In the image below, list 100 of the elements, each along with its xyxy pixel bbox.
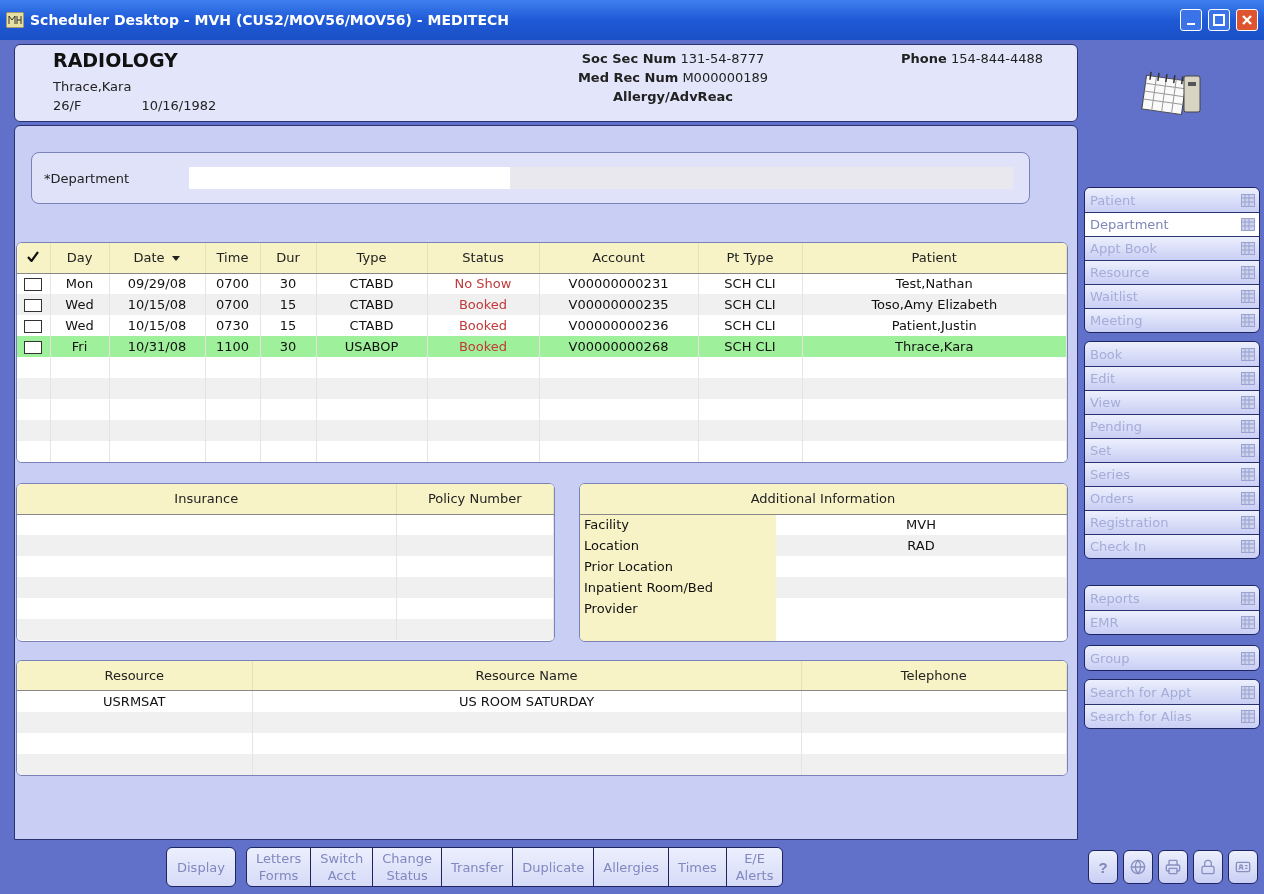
nav-item[interactable]: View xyxy=(1085,390,1259,414)
nav-label: Set xyxy=(1090,443,1112,458)
nav-item[interactable]: Series xyxy=(1085,462,1259,486)
nav-label: Department xyxy=(1090,217,1169,232)
display-button[interactable]: Display xyxy=(166,847,236,887)
table-cell: Booked xyxy=(427,294,539,315)
nav-item[interactable]: Resource xyxy=(1085,260,1259,284)
department-name: RADIOLOGY xyxy=(53,49,179,73)
globe-icon xyxy=(1130,859,1146,875)
toolbar-button[interactable]: Transfer xyxy=(441,848,513,886)
nav-item[interactable]: Waitlist xyxy=(1085,284,1259,308)
grid-icon xyxy=(1241,347,1255,361)
row-checkbox[interactable] xyxy=(24,341,43,354)
close-icon xyxy=(1241,14,1253,26)
table-cell: 15 xyxy=(260,294,316,315)
column-header[interactable]: Time xyxy=(205,243,260,273)
toolbar-button[interactable]: Change Status xyxy=(372,848,441,886)
table-title: Additional Information xyxy=(580,484,1067,514)
nav-label: Group xyxy=(1090,650,1130,666)
nav-label: Orders xyxy=(1090,491,1134,506)
grid-icon xyxy=(1241,540,1255,553)
nav-item[interactable]: Orders xyxy=(1085,486,1259,510)
table-cell: 10/31/08 xyxy=(109,336,205,357)
toolbar-button[interactable]: E/E Alerts xyxy=(725,848,783,886)
nav-label: Patient xyxy=(1090,192,1136,208)
nav-label: Meeting xyxy=(1090,313,1143,328)
header-field: Soc Sec Num 131-54-8777 xyxy=(581,51,765,66)
table-cell: V00000000235 xyxy=(539,294,698,315)
window-title: Scheduler Desktop - MVH (CUS2/MOV56/MOV56) - MEDITECH xyxy=(30,12,510,28)
minimize-button[interactable] xyxy=(1180,9,1202,31)
toolbar-button[interactable]: Allergies xyxy=(593,848,669,886)
toolbar-button[interactable]: Times xyxy=(668,848,726,886)
utility-button[interactable] xyxy=(1193,850,1223,884)
nav-item[interactable]: Department xyxy=(1085,212,1259,236)
close-button[interactable] xyxy=(1236,9,1258,31)
table-cell: SCH CLI xyxy=(698,336,802,357)
nav-item[interactable]: Registration xyxy=(1085,510,1259,534)
row-checkbox[interactable] xyxy=(24,278,43,292)
grid-icon xyxy=(1241,616,1255,629)
nav-item[interactable]: Pending xyxy=(1085,414,1259,438)
column-header[interactable]: Date xyxy=(109,243,205,273)
utility-button[interactable] xyxy=(1228,850,1258,884)
row-checkbox[interactable] xyxy=(24,299,43,312)
utility-button[interactable] xyxy=(1158,850,1188,884)
nav-label: Reports xyxy=(1090,590,1140,606)
nav-label: View xyxy=(1090,395,1121,410)
nav-item[interactable]: Meeting xyxy=(1085,308,1259,332)
nav-item[interactable]: Search for Alias xyxy=(1085,704,1259,728)
nav-label: Pending xyxy=(1090,419,1142,434)
table-cell: Wed xyxy=(50,315,109,336)
table-cell: CTABD xyxy=(316,294,427,315)
table-cell: 30 xyxy=(260,336,316,357)
help-button[interactable]: ? xyxy=(1088,850,1118,884)
nav-label: Book xyxy=(1090,346,1123,362)
printer-icon xyxy=(1165,859,1181,875)
grid-icon xyxy=(1241,218,1255,231)
utility-button[interactable] xyxy=(1123,850,1153,884)
table-cell: 0730 xyxy=(205,315,260,336)
table-cell: 10/15/08 xyxy=(109,294,205,315)
info-label: Facility xyxy=(580,514,776,535)
nav-label: EMR xyxy=(1090,615,1119,630)
grid-icon xyxy=(1241,290,1255,303)
table-cell: V00000000268 xyxy=(539,336,698,357)
toolbar-button[interactable]: Switch Acct xyxy=(310,848,373,886)
column-header[interactable]: Type xyxy=(316,243,427,273)
nav-item[interactable]: Group xyxy=(1085,646,1259,670)
grid-icon xyxy=(1241,372,1255,385)
table-cell: Booked xyxy=(427,315,539,336)
nav-item[interactable]: Patient xyxy=(1085,188,1259,212)
column-header: Resource Name xyxy=(252,660,801,691)
column-header[interactable]: Status xyxy=(427,243,539,273)
grid-icon xyxy=(1241,468,1255,481)
nav-item[interactable]: Set xyxy=(1085,438,1259,462)
nav-item[interactable]: Appt Book xyxy=(1085,236,1259,260)
column-header[interactable]: Patient xyxy=(802,243,1067,273)
table-cell: 15 xyxy=(260,315,316,336)
maximize-icon xyxy=(1213,14,1225,26)
column-header: Telephone xyxy=(801,660,1067,691)
column-header: Resource xyxy=(17,660,252,691)
grid-icon xyxy=(1241,420,1255,433)
column-header: Policy Number xyxy=(396,484,554,514)
nav-item[interactable]: EMR xyxy=(1085,610,1259,634)
table-cell: Wed xyxy=(50,294,109,315)
column-header[interactable]: Dur xyxy=(260,243,316,273)
nav-item[interactable]: Book xyxy=(1085,342,1259,366)
column-header[interactable]: Day xyxy=(50,243,109,273)
table-cell: 10/15/08 xyxy=(109,315,205,336)
toolbar-button[interactable]: Letters Forms xyxy=(246,848,311,886)
column-header[interactable]: Pt Type xyxy=(698,243,802,273)
row-checkbox[interactable] xyxy=(24,320,43,333)
birth-date: 10/16/1982 xyxy=(141,98,217,113)
table-cell: MVH xyxy=(776,514,1067,535)
nav-item[interactable]: Search for Appt xyxy=(1085,680,1259,704)
nav-label: Registration xyxy=(1090,515,1169,530)
column-header[interactable]: Account xyxy=(539,243,698,273)
nav-item[interactable]: Reports xyxy=(1085,586,1259,610)
department-field[interactable] xyxy=(189,167,510,189)
nav-item[interactable]: Edit xyxy=(1085,366,1259,390)
toolbar-button[interactable]: Duplicate xyxy=(512,848,594,886)
maximize-button[interactable] xyxy=(1208,9,1230,31)
